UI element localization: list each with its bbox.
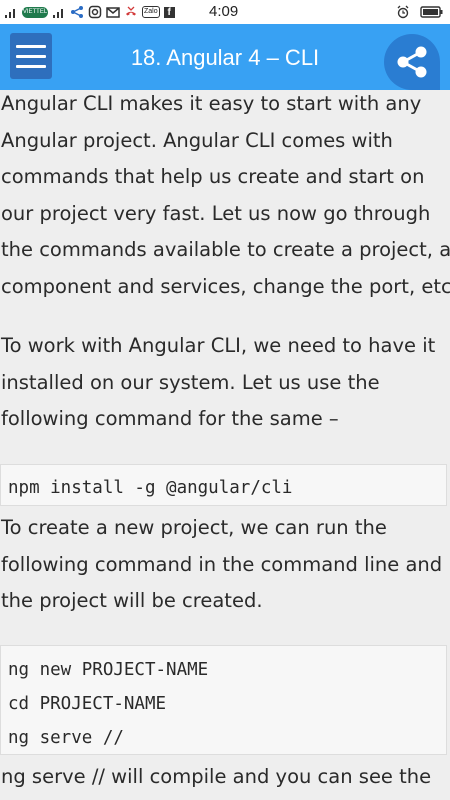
- text-line: installed on our system. Let us use the: [1, 370, 380, 394]
- code-block-new-project: ng new PROJECT-NAME cd PROJECT-NAME ng s…: [0, 645, 447, 755]
- carrier-logo: VIETTEL: [22, 6, 48, 18]
- text-line: To create a new project, we can run the: [1, 516, 387, 539]
- code-block-install: npm install -g @angular/cli: [0, 464, 447, 506]
- page-title: 18. Angular 4 – CLI: [130, 45, 320, 70]
- signal-icon: [5, 9, 15, 18]
- share-network-icon: [71, 6, 83, 18]
- signal-icon-2: [53, 9, 63, 18]
- paragraph-intro: Angular CLI makes it easy to start with …: [0, 90, 450, 305]
- text-line: the project will be created.: [1, 589, 263, 612]
- zalo-icon: Zalo: [142, 6, 160, 18]
- text-line: following command in the command line an…: [1, 552, 443, 576]
- status-bar: VIETTEL Zalo f 4:09: [0, 0, 450, 24]
- text-line: ng serve // will compile and you can see…: [1, 765, 432, 788]
- alarm-icon: [397, 5, 409, 19]
- text-line: To work with Angular CLI, we need to hav…: [1, 334, 436, 357]
- text-line: our project very fast. Let us now go thr…: [1, 201, 431, 225]
- facebook-icon: f: [163, 6, 175, 18]
- gmail-icon: [106, 7, 120, 18]
- text-line: the commands available to create a proje…: [1, 238, 450, 261]
- status-icons-left: VIETTEL Zalo f: [4, 3, 175, 21]
- share-button[interactable]: [384, 34, 440, 90]
- text-line: commands that help us create and start o…: [1, 165, 425, 188]
- share-icon: [397, 46, 427, 78]
- code-line: cd PROJECT-NAME: [8, 694, 167, 714]
- paragraph-new-project: To create a new project, we can run the …: [0, 510, 442, 620]
- battery-icon: [420, 6, 443, 18]
- text-line: Angular project. Angular CLI comes with: [1, 128, 393, 152]
- paragraph-serve: ng serve // will compile and you can see…: [0, 759, 431, 796]
- instagram-icon: [88, 5, 102, 19]
- article-content: Angular CLI makes it easy to start with …: [0, 90, 450, 800]
- missed-call-icon: [126, 6, 136, 16]
- text-line: component and services, change the port,…: [1, 274, 450, 298]
- code-line: ng serve //: [8, 728, 124, 748]
- code-line: npm install -g @angular/cli: [8, 478, 293, 498]
- app-bar: 18. Angular 4 – CLI: [0, 24, 450, 90]
- status-time: 4:09: [209, 3, 239, 20]
- paragraph-install: To work with Angular CLI, we need to hav…: [0, 328, 435, 438]
- code-line: ng new PROJECT-NAME: [8, 660, 209, 680]
- text-line: Angular CLI makes it easy to start with …: [1, 92, 422, 115]
- status-icons-right: [396, 3, 444, 21]
- text-line: following command for the same –: [1, 407, 339, 430]
